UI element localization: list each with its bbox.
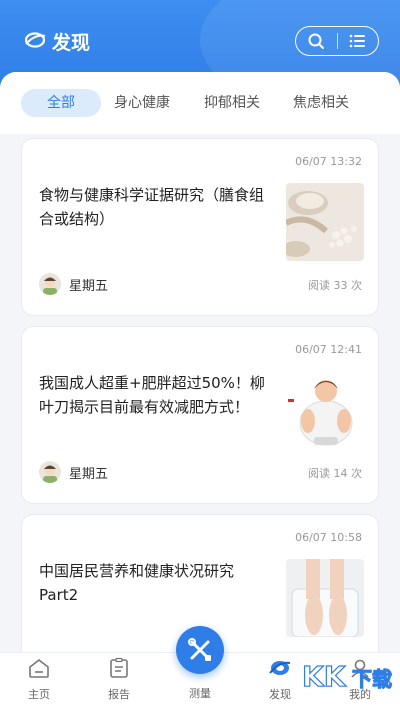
app-logo-icon: [24, 32, 46, 48]
tab-anxiety[interactable]: 焦虑相关: [293, 89, 349, 117]
watermark-logo: KK 下载: [301, 659, 392, 693]
avatar: [39, 461, 61, 483]
read-count: 阅读 14 次: [308, 467, 362, 480]
article-author: 星期五: [39, 461, 108, 483]
tab-home[interactable]: 主页: [9, 653, 69, 711]
article-title: 我国成人超重+肥胖超过50%！柳叶刀揭示目前最有效减肥方式！: [39, 374, 265, 416]
tab-measure-label: 测量: [189, 687, 211, 700]
article-author: 星期五: [39, 273, 108, 295]
read-count: 阅读 33 次: [308, 279, 362, 292]
measure-button[interactable]: [176, 626, 224, 674]
tab-depression[interactable]: 抑郁相关: [204, 89, 260, 117]
discover-icon: [269, 661, 291, 675]
food-image-icon: [286, 183, 364, 261]
page-title: 发现: [52, 32, 91, 54]
search-button[interactable]: [296, 27, 337, 55]
svg-text:下载: 下载: [352, 667, 392, 691]
article-thumbnail: [286, 371, 364, 449]
article-thumbnail: [286, 559, 364, 637]
article-time: 06/07 10:58: [295, 531, 362, 544]
content-area: 全部 身心健康 抑郁相关 焦虑相关 06/07 13:32 食物与健康科学证据研…: [0, 72, 400, 652]
article-title: 食物与健康科学证据研究（膳食组合或结构）: [39, 186, 265, 228]
menu-button[interactable]: [338, 27, 379, 55]
header-actions: [295, 26, 379, 56]
article-card[interactable]: 06/07 13:32 食物与健康科学证据研究（膳食组合或结构） 星期五 阅读 …: [21, 138, 379, 316]
article-title: 中国居民营养和健康状况研究Part2: [39, 562, 235, 604]
tab-all[interactable]: 全部: [21, 89, 101, 117]
report-icon: [110, 657, 128, 678]
article-card[interactable]: 06/07 12:41 我国成人超重+肥胖超过50%！柳叶刀揭示目前最有效减肥方…: [21, 326, 379, 504]
tab-mind-body-health[interactable]: 身心健康: [114, 89, 170, 117]
search-icon: [308, 33, 325, 49]
author-name: 星期五: [69, 278, 109, 294]
home-icon: [29, 658, 49, 678]
tools-icon: [188, 638, 211, 661]
svg-text:KK: KK: [302, 660, 347, 693]
obesity-illustration-icon: [286, 371, 364, 449]
list-menu-icon: [349, 34, 365, 48]
article-thumbnail: [286, 183, 364, 261]
author-name: 星期五: [69, 466, 109, 482]
article-time: 06/07 12:41: [295, 343, 362, 356]
avatar: [39, 273, 61, 295]
scale-feet-image-icon: [286, 559, 364, 637]
tab-home-label: 主页: [28, 688, 50, 701]
tab-report-label: 报告: [108, 688, 130, 701]
category-tabs: 全部 身心健康 抑郁相关 焦虑相关: [0, 72, 400, 134]
tab-report[interactable]: 报告: [89, 653, 149, 711]
article-time: 06/07 13:32: [295, 155, 362, 168]
